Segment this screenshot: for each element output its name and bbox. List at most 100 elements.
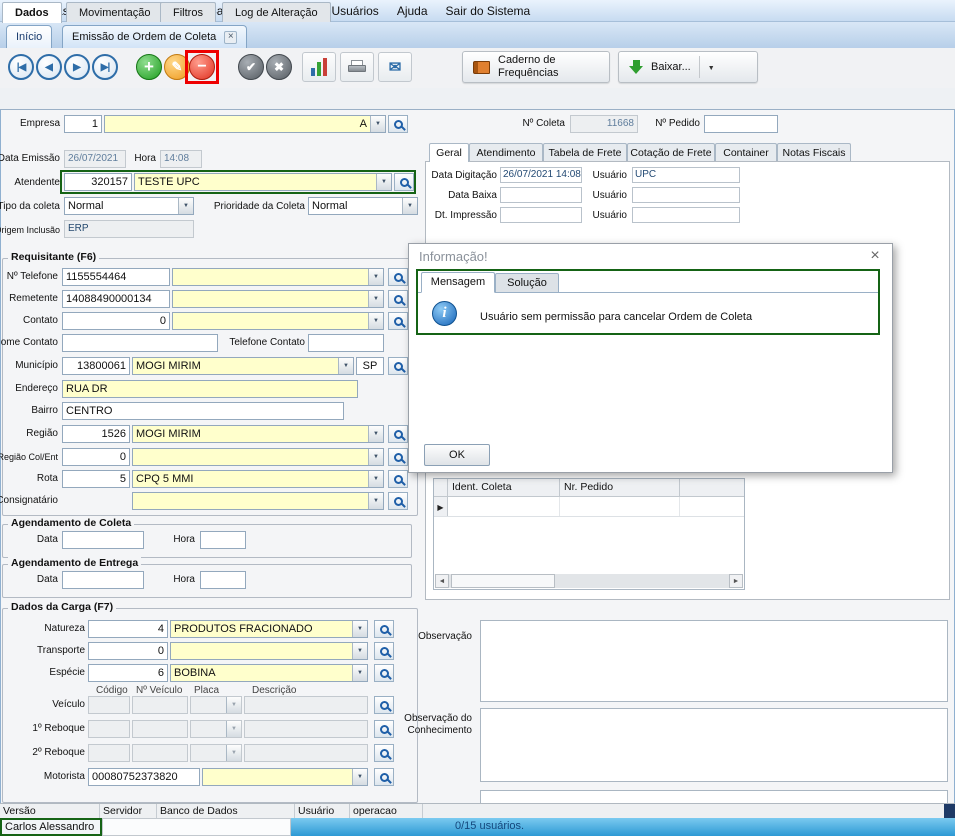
tab-notas-fiscais[interactable]: Notas Fiscais — [777, 143, 851, 161]
search-natureza-button[interactable] — [374, 620, 394, 638]
search-reboque2-button[interactable] — [374, 744, 394, 762]
dropdown-arrow-icon[interactable] — [352, 769, 367, 785]
transporte-code-input[interactable]: 0 — [88, 642, 168, 660]
previous-record-button[interactable] — [36, 54, 62, 80]
nome-contato-input[interactable] — [62, 334, 218, 352]
tab-log-alteracao[interactable]: Log de Alteração — [222, 2, 331, 22]
search-especie-button[interactable] — [374, 664, 394, 682]
search-telefone-button[interactable] — [388, 268, 408, 286]
rota-code-input[interactable]: 5 — [62, 470, 130, 488]
scrollbar-thumb[interactable] — [451, 574, 555, 588]
dropdown-arrow-icon[interactable] — [178, 198, 193, 214]
tab-container[interactable]: Container — [715, 143, 777, 161]
dropdown-arrow-icon[interactable] — [352, 621, 367, 637]
search-regiao-button[interactable] — [388, 425, 408, 443]
telefone-combo[interactable] — [172, 268, 384, 286]
empresa-combo[interactable]: A — [104, 115, 386, 133]
search-empresa-button[interactable] — [388, 115, 408, 133]
tab-emissao-ordem-coleta[interactable]: Emissão de Ordem de Coleta — [62, 25, 247, 48]
atendente-code-input[interactable]: 320157 — [64, 173, 132, 191]
discard-button[interactable] — [266, 54, 292, 80]
remetente-input[interactable]: 14088490000134 — [62, 290, 170, 308]
dropdown-arrow-icon[interactable] — [368, 493, 383, 509]
close-tab-icon[interactable] — [224, 31, 237, 44]
tab-cotacao-frete[interactable]: Cotação de Frete — [627, 143, 715, 161]
next-record-button[interactable] — [64, 54, 90, 80]
ok-button[interactable]: OK — [424, 444, 490, 466]
search-municipio-button[interactable] — [388, 357, 408, 375]
motorista-combo[interactable] — [202, 768, 368, 786]
menu-item-usuarios[interactable]: Usuários — [322, 0, 387, 22]
menu-item-sair[interactable]: Sair do Sistema — [437, 0, 540, 22]
print-button[interactable] — [340, 52, 374, 82]
dialog-tab-solucao[interactable]: Solução — [495, 273, 559, 293]
endereco-input[interactable]: RUA DR — [62, 380, 358, 398]
consignatario-combo[interactable] — [132, 492, 384, 510]
natureza-combo[interactable]: PRODUTOS FRACIONADO — [170, 620, 368, 638]
observacao-textarea[interactable] — [480, 620, 948, 702]
agend-coleta-data-input[interactable] — [62, 531, 144, 549]
dropdown-arrow-icon[interactable] — [368, 313, 383, 329]
search-veiculo-button[interactable] — [374, 696, 394, 714]
dropdown-arrow-icon[interactable] — [338, 358, 353, 374]
dropdown-arrow-icon[interactable] — [368, 291, 383, 307]
rota-combo[interactable]: CPQ 5 MMI — [132, 470, 384, 488]
search-contato-button[interactable] — [388, 312, 408, 330]
add-button[interactable] — [136, 54, 162, 80]
uf-input[interactable]: SP — [356, 357, 384, 375]
agend-coleta-hora-input[interactable] — [200, 531, 246, 549]
tab-filtros[interactable]: Filtros — [160, 2, 216, 22]
regiao-code-input[interactable]: 1526 — [62, 425, 130, 443]
caderno-frequencias-button[interactable]: Caderno de Frequências — [462, 51, 610, 83]
dropdown-arrow-icon[interactable] — [368, 426, 383, 442]
prioridade-combo[interactable]: Normal — [308, 197, 418, 215]
chart-button[interactable] — [302, 52, 336, 82]
dropdown-arrow-icon[interactable] — [368, 269, 383, 285]
transporte-combo[interactable] — [170, 642, 368, 660]
remetente-combo[interactable] — [172, 290, 384, 308]
grid-cell-ident[interactable] — [448, 497, 560, 516]
contato-combo[interactable] — [172, 312, 384, 330]
first-record-button[interactable] — [8, 54, 34, 80]
search-transporte-button[interactable] — [374, 642, 394, 660]
motorista-input[interactable]: 00080752373820 — [88, 768, 200, 786]
tab-geral[interactable]: Geral — [429, 143, 469, 162]
dropdown-arrow-icon[interactable] — [368, 449, 383, 465]
atendente-combo[interactable]: TESTE UPC — [134, 173, 392, 191]
tipo-coleta-combo[interactable]: Normal — [64, 197, 194, 215]
dialog-close-icon[interactable] — [866, 247, 884, 265]
send-button[interactable] — [378, 52, 412, 82]
partial-textarea[interactable] — [480, 790, 948, 804]
grid-row[interactable] — [434, 497, 744, 517]
tab-movimentacao[interactable]: Movimentação — [66, 2, 164, 22]
tab-inicio[interactable]: Início — [6, 25, 52, 48]
menu-item-ajuda[interactable]: Ajuda — [388, 0, 437, 22]
baixar-button[interactable]: Baixar... — [618, 51, 758, 83]
natureza-code-input[interactable]: 4 — [88, 620, 168, 638]
search-reboque1-button[interactable] — [374, 720, 394, 738]
tab-tabela-frete[interactable]: Tabela de Frete — [543, 143, 627, 161]
dropdown-arrow-icon[interactable] — [352, 643, 367, 659]
search-regiao-colent-button[interactable] — [388, 448, 408, 466]
tab-dados[interactable]: Dados — [2, 2, 62, 23]
regiao-colent-combo[interactable] — [132, 448, 384, 466]
municipio-code-input[interactable]: 13800061 — [62, 357, 130, 375]
search-consignatario-button[interactable] — [388, 492, 408, 510]
dialog-tab-mensagem[interactable]: Mensagem — [421, 272, 495, 293]
last-record-button[interactable] — [92, 54, 118, 80]
search-motorista-button[interactable] — [374, 768, 394, 786]
cancel-order-button[interactable] — [189, 54, 215, 80]
search-atendente-button[interactable] — [394, 173, 414, 191]
especie-combo[interactable]: BOBINA — [170, 664, 368, 682]
dropdown-arrow-icon[interactable] — [402, 198, 417, 214]
grid-horizontal-scrollbar[interactable] — [435, 574, 743, 588]
confirm-button[interactable] — [238, 54, 264, 80]
bairro-input[interactable]: CENTRO — [62, 402, 344, 420]
agend-entrega-hora-input[interactable] — [200, 571, 246, 589]
regiao-combo[interactable]: MOGI MIRIM — [132, 425, 384, 443]
observacao-conhecimento-textarea[interactable] — [480, 708, 948, 782]
contato-input[interactable]: 0 — [62, 312, 170, 330]
search-remetente-button[interactable] — [388, 290, 408, 308]
dropdown-arrow-icon[interactable] — [370, 116, 385, 132]
dropdown-arrow-icon[interactable] — [368, 471, 383, 487]
